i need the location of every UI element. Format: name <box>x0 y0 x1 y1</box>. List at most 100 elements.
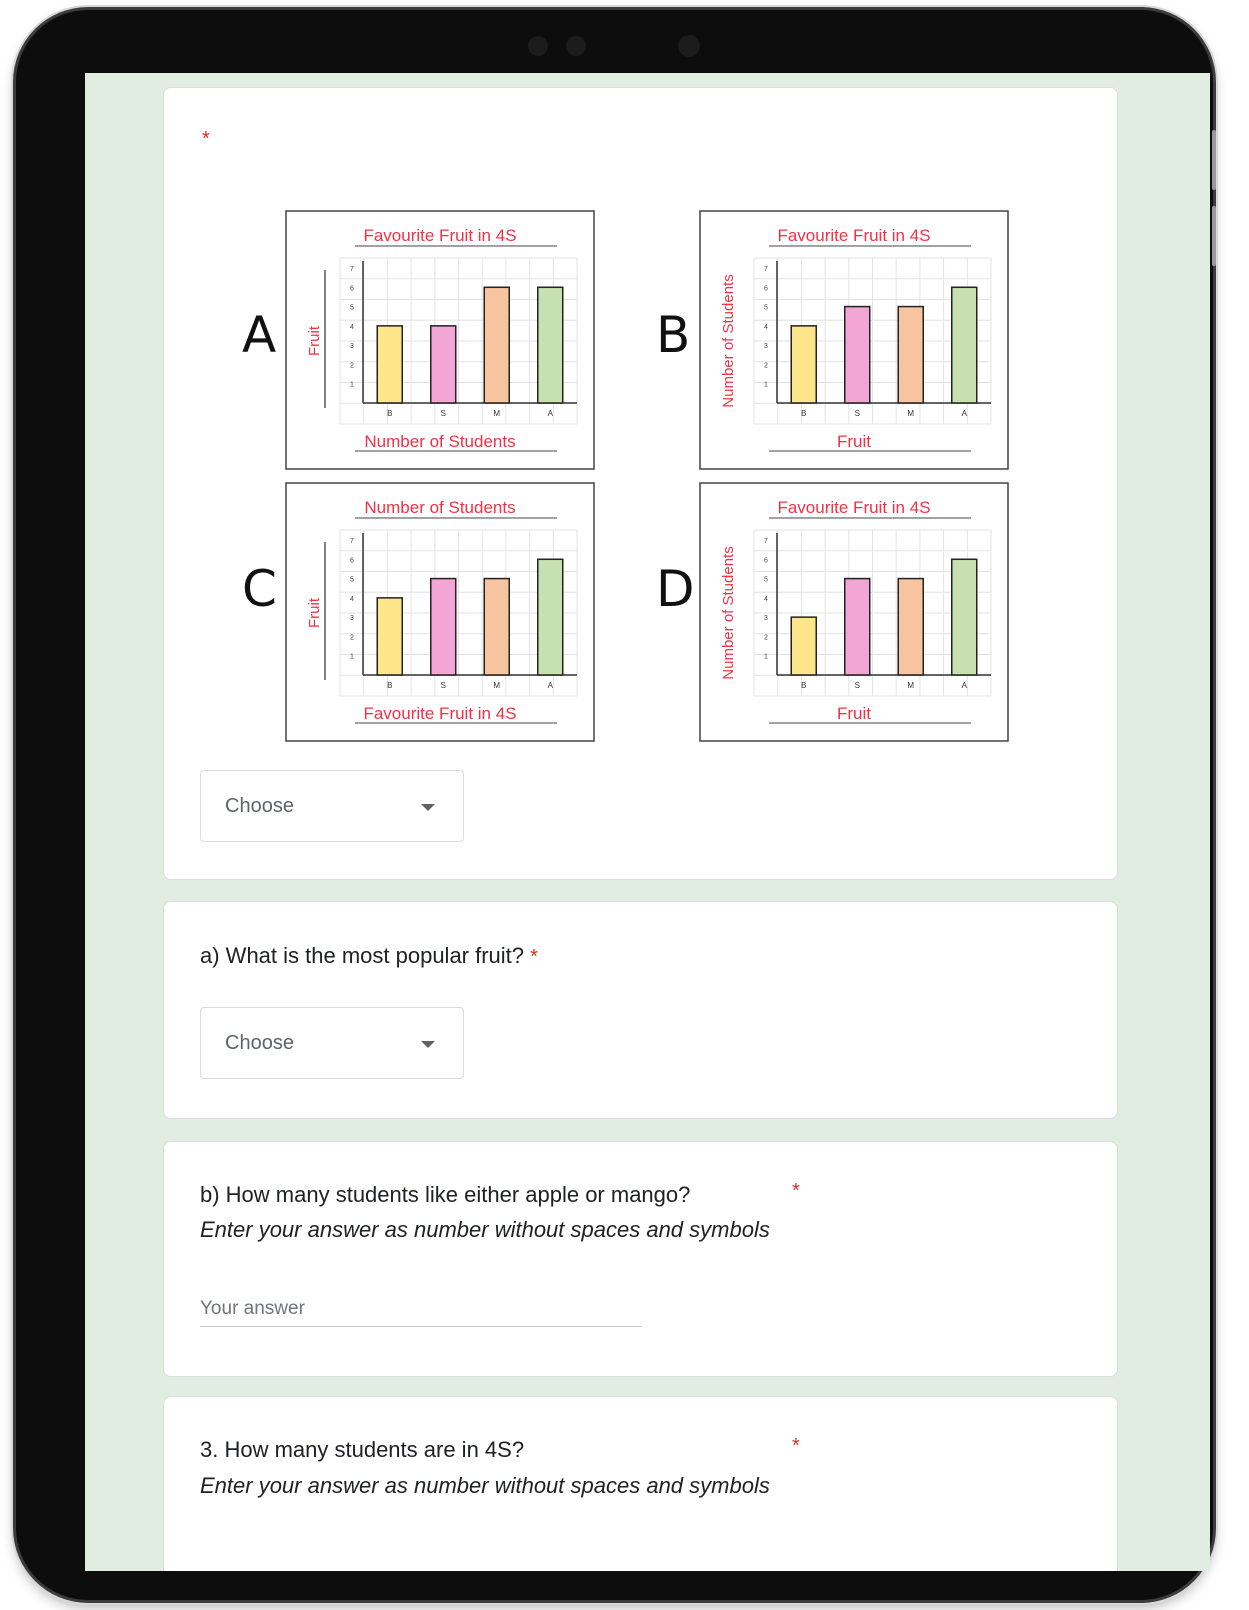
chart-svg: Favourite Fruit in 4S 1 2 3 4 5 6 7 B S M A Fruit Num… <box>699 210 1009 470</box>
option-letter-c: C <box>242 560 277 618</box>
x-tick-label: A <box>962 681 968 690</box>
question-help-text: Enter your answer as number without spac… <box>200 1217 770 1242</box>
y-tick-label: 7 <box>350 266 354 273</box>
x-tick-label: M <box>907 681 914 690</box>
y-tick-label: 1 <box>764 382 768 389</box>
chart-option-c: Number of Students 1 2 3 4 5 6 7 B S M A Favourite F… <box>285 482 595 742</box>
x-tick-label: M <box>493 681 500 690</box>
camera-icon <box>528 36 548 56</box>
bar-M <box>897 305 924 404</box>
y-tick-label: 1 <box>350 654 354 661</box>
x-axis-label: Favourite Fruit in 4S <box>363 704 516 723</box>
y-tick-label: 4 <box>350 324 354 331</box>
y-tick-label: 3 <box>764 615 768 622</box>
y-axis-label: Fruit <box>306 325 323 356</box>
y-tick-label: 6 <box>764 285 768 292</box>
y-axis-label: Number of Students <box>720 546 737 679</box>
question-b-text: b) How many students like either apple o… <box>200 1182 691 1207</box>
option-letter-d: D <box>656 560 695 618</box>
question-card-3: 3. How many students are in 4S? * Enter … <box>163 1396 1118 1571</box>
y-tick-label: 7 <box>350 538 354 545</box>
bar-S <box>430 325 457 404</box>
y-tick-label: 1 <box>764 654 768 661</box>
y-tick-label: 1 <box>350 382 354 389</box>
x-tick-label: B <box>387 681 392 690</box>
chart-title: Favourite Fruit in 4S <box>363 226 516 245</box>
chart-svg: Favourite Fruit in 4S 1 2 3 4 5 6 7 B S M A Fruit Num… <box>699 482 1009 742</box>
chart-title: Favourite Fruit in 4S <box>777 226 930 245</box>
question-3-text: 3. How many students are in 4S? <box>200 1437 525 1462</box>
y-tick-label: 2 <box>350 362 354 369</box>
chart-option-a: Favourite Fruit in 4S 1 2 3 4 5 6 7 B S M A Number o… <box>285 210 595 470</box>
required-asterisk: * <box>792 1435 800 1457</box>
chart-svg: Favourite Fruit in 4S 1 2 3 4 5 6 7 B S M A Number o… <box>285 210 595 470</box>
chart-title: Number of Students <box>364 498 515 517</box>
y-tick-label: 3 <box>350 615 354 622</box>
x-tick-label: M <box>493 409 500 418</box>
x-axis-label: Fruit <box>837 704 871 723</box>
bar-A <box>951 286 978 404</box>
x-tick-label: S <box>855 681 860 690</box>
question-card-image: * A B C D Favourite Fruit in 4S 1 2 3 4 5 6 7 B S… <box>163 87 1118 880</box>
option-letter-b: B <box>656 306 691 364</box>
x-axis-label: Number of Students <box>364 432 515 451</box>
bar-M <box>897 577 924 676</box>
y-tick-label: 5 <box>764 577 768 584</box>
sensor-icon <box>566 36 586 56</box>
question-help-text: Enter your answer as number without spac… <box>200 1473 770 1498</box>
x-axis-label: Fruit <box>837 432 871 451</box>
chart-svg: Number of Students 1 2 3 4 5 6 7 B S M A Favourite F… <box>285 482 595 742</box>
y-tick-label: 5 <box>764 305 768 312</box>
y-tick-label: 4 <box>764 596 768 603</box>
chart-option-d: Favourite Fruit in 4S 1 2 3 4 5 6 7 B S M A Fruit Num… <box>699 482 1009 742</box>
x-tick-label: A <box>548 681 554 690</box>
y-axis-label: Number of Students <box>720 274 737 407</box>
bar-A <box>537 558 564 676</box>
question-card-b: b) How many students like either apple o… <box>163 1141 1118 1377</box>
question-card-a: a) What is the most popular fruit? * Cho… <box>163 901 1118 1119</box>
option-letter-a: A <box>242 306 277 364</box>
x-tick-label: A <box>962 409 968 418</box>
question-title: a) What is the most popular fruit? * <box>200 943 538 969</box>
y-tick-label: 6 <box>350 285 354 292</box>
bar-S <box>844 305 871 404</box>
caret-down-icon <box>421 1041 435 1048</box>
screen: * A B C D Favourite Fruit in 4S 1 2 3 4 5 6 7 B S… <box>85 73 1210 1571</box>
x-tick-label: S <box>855 409 860 418</box>
popular-fruit-dropdown[interactable]: Choose <box>200 1007 464 1079</box>
y-tick-label: 3 <box>350 343 354 350</box>
x-tick-label: S <box>441 681 446 690</box>
tablet-frame: * A B C D Favourite Fruit in 4S 1 2 3 4 5 6 7 B S… <box>16 10 1216 1600</box>
y-tick-label: 2 <box>350 634 354 641</box>
dropdown-label: Choose <box>225 795 294 817</box>
y-axis-label: Fruit <box>306 597 323 628</box>
x-tick-label: A <box>548 409 554 418</box>
y-tick-label: 7 <box>764 538 768 545</box>
y-tick-label: 5 <box>350 305 354 312</box>
y-tick-label: 5 <box>350 577 354 584</box>
bar-S <box>844 577 871 676</box>
x-tick-label: B <box>801 409 806 418</box>
y-tick-label: 7 <box>764 266 768 273</box>
graph-choice-dropdown[interactable]: Choose <box>200 770 464 842</box>
x-tick-label: B <box>387 409 392 418</box>
x-tick-label: M <box>907 409 914 418</box>
chart-title: Favourite Fruit in 4S <box>777 498 930 517</box>
y-tick-label: 2 <box>764 362 768 369</box>
bar-B <box>790 325 817 404</box>
dropdown-label: Choose <box>225 1032 294 1054</box>
bar-M <box>483 286 510 404</box>
bar-B <box>376 325 403 404</box>
x-tick-label: S <box>441 409 446 418</box>
bar-B <box>790 616 817 676</box>
answer-input[interactable] <box>200 1292 642 1327</box>
y-tick-label: 6 <box>350 557 354 564</box>
question-a-text: a) What is the most popular fruit? <box>200 943 525 968</box>
bar-A <box>537 286 564 404</box>
bar-B <box>376 597 403 676</box>
y-tick-label: 4 <box>350 596 354 603</box>
required-asterisk: * <box>530 946 538 968</box>
camera-lens-icon <box>678 35 700 57</box>
required-asterisk: * <box>792 1180 800 1202</box>
y-tick-label: 2 <box>764 634 768 641</box>
